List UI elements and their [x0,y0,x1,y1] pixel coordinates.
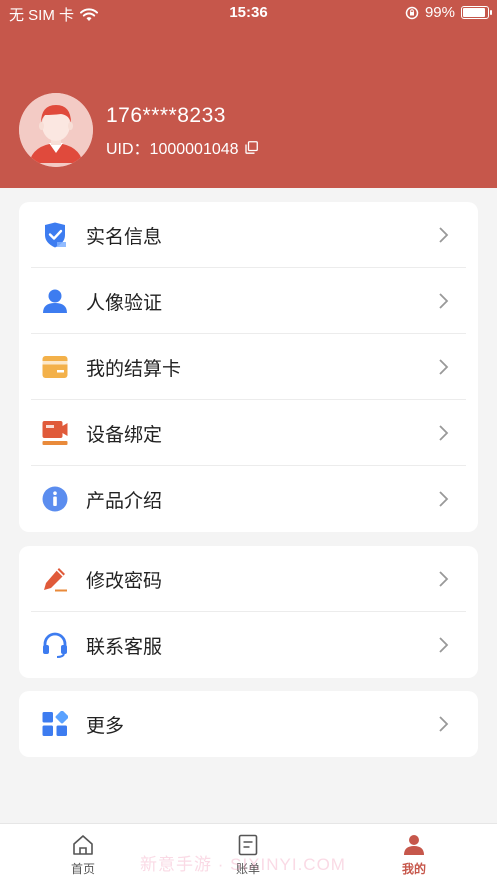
user-uid: UID：1000001048 [106,141,239,158]
user-icon [404,835,424,855]
copy-icon[interactable] [244,140,258,154]
device-icon [42,421,68,445]
menu-item-label: 联系客服 [86,636,163,658]
chevron-right-icon [439,571,449,587]
menu-item-device-binding[interactable]: 设备绑定 [19,400,478,466]
menu-item-settlement-card[interactable]: 我的结算卡 [19,334,478,400]
tab-bar: 首页 账单 我的 [0,823,497,883]
menu-item-label: 修改密码 [86,570,163,592]
menu-item-label: 设备绑定 [86,424,163,446]
chevron-right-icon [439,491,449,507]
avatar[interactable] [19,93,93,167]
menu-card-security: 修改密码 联系客服 [19,546,478,678]
person-icon [43,289,67,313]
menu-item-label: 我的结算卡 [86,358,182,380]
menu-item-label: 人像验证 [86,292,163,314]
card-icon [42,356,68,378]
shield-check-icon [45,222,66,248]
status-bar: 无 SIM 卡 15:36 99% [0,0,497,26]
home-icon [73,835,93,855]
tab-bill[interactable]: 账单 [208,834,288,877]
menu-item-customer-service[interactable]: 联系客服 [19,612,478,678]
orientation-lock-icon [405,6,419,19]
menu-item-change-password[interactable]: 修改密码 [19,546,478,612]
bill-icon [238,834,258,856]
menu-item-real-name[interactable]: 实名信息 [19,202,478,268]
chevron-right-icon [439,359,449,375]
user-phone: 176****8233 [106,104,226,127]
tab-home-label: 首页 [70,862,95,876]
tab-mine[interactable]: 我的 [374,834,454,877]
battery-icon [461,6,492,19]
pencil-icon [44,568,67,592]
chevron-right-icon [439,716,449,732]
profile-header: 无 SIM 卡 15:36 99% 176****8233 UID：100000… [0,0,497,188]
grid-icon [42,711,68,736]
menu-item-product-intro[interactable]: 产品介绍 [19,466,478,532]
headset-icon [43,632,67,658]
chevron-right-icon [439,227,449,243]
battery-percent: 99% [424,4,455,21]
tab-bill-label: 账单 [235,862,260,876]
menu-card-account: 实名信息 人像验证 我的结算卡 设备绑定 产品介绍 [19,202,478,532]
tab-mine-label: 我的 [401,862,426,876]
menu-item-label: 更多 [86,715,125,737]
menu-item-more[interactable]: 更多 [19,691,478,757]
chevron-right-icon [439,425,449,441]
user-uid-row: UID：1000001048 [106,135,258,159]
tab-home[interactable]: 首页 [43,834,123,877]
menu-card-more: 更多 [19,691,478,757]
avatar-person-icon [19,93,93,167]
menu-item-label: 实名信息 [86,226,163,248]
info-icon [42,486,68,512]
menu-item-face-verify[interactable]: 人像验证 [19,268,478,334]
chevron-right-icon [439,637,449,653]
chevron-right-icon [439,293,449,309]
menu-item-label: 产品介绍 [86,490,163,512]
